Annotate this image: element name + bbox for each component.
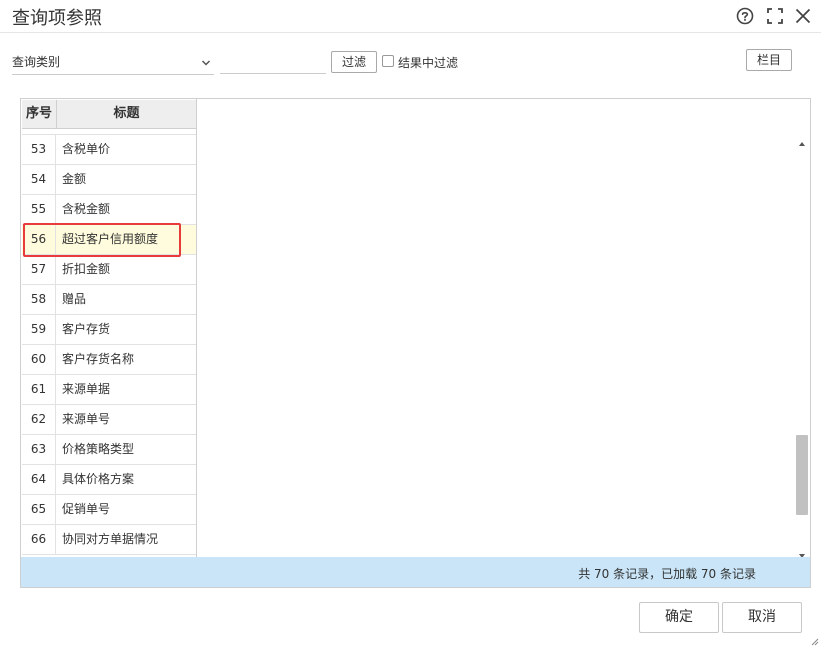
row-seq: 56 bbox=[22, 225, 56, 254]
row-seq: 63 bbox=[22, 435, 56, 464]
dialog-titlebar: 查询项参照 bbox=[0, 0, 821, 33]
row-seq: 66 bbox=[22, 525, 56, 554]
filter-input[interactable] bbox=[220, 48, 326, 74]
row-title: 含税单价 bbox=[62, 142, 111, 156]
row-seq: 58 bbox=[22, 285, 56, 314]
query-category-label: 查询类别 bbox=[12, 55, 61, 69]
table-row[interactable]: 63 价格策略类型 bbox=[22, 435, 196, 465]
row-title: 来源单据 bbox=[62, 382, 111, 396]
row-seq: 59 bbox=[22, 315, 56, 344]
table-row[interactable]: 66 协同对方单据情况 bbox=[22, 525, 196, 555]
close-icon[interactable] bbox=[793, 6, 813, 26]
table-row[interactable]: 62 来源单号 bbox=[22, 405, 196, 435]
row-title: 金额 bbox=[62, 172, 87, 186]
table-row[interactable]: 53 含税单价 bbox=[22, 135, 196, 165]
row-seq: 54 bbox=[22, 165, 56, 194]
row-title: 协同对方单据情况 bbox=[62, 532, 159, 546]
row-title: 客户存货 bbox=[62, 322, 111, 336]
scroll-up-icon[interactable] bbox=[798, 133, 806, 146]
checkbox-box[interactable] bbox=[382, 55, 394, 67]
filter-in-results-label: 结果中过滤 bbox=[398, 56, 459, 70]
table-row[interactable]: 60 客户存货名称 bbox=[22, 345, 196, 375]
table-row[interactable]: 61 来源单据 bbox=[22, 375, 196, 405]
row-title: 赠品 bbox=[62, 292, 87, 306]
query-category-select[interactable]: 查询类别 bbox=[12, 48, 214, 75]
ok-button[interactable]: 确定 bbox=[639, 602, 719, 633]
row-title: 来源单号 bbox=[62, 412, 111, 426]
grid-header: 序号 标题 bbox=[22, 100, 196, 129]
row-title: 折扣金额 bbox=[62, 262, 111, 276]
row-seq: 61 bbox=[22, 375, 56, 404]
header-title[interactable]: 标题 bbox=[57, 100, 196, 128]
scrollbar-thumb[interactable] bbox=[796, 435, 808, 515]
row-seq: 65 bbox=[22, 495, 56, 524]
row-title: 客户存货名称 bbox=[62, 352, 135, 366]
help-icon[interactable] bbox=[735, 6, 755, 26]
row-seq: 53 bbox=[22, 135, 56, 164]
dialog-title: 查询项参照 bbox=[12, 8, 102, 29]
record-count-text: 共 70 条记录，已加载 70 条记录 bbox=[578, 567, 756, 581]
row-seq: 55 bbox=[22, 195, 56, 224]
table-row[interactable]: 59 客户存货 bbox=[22, 315, 196, 345]
table-row[interactable]: 65 促销单号 bbox=[22, 495, 196, 525]
row-title: 促销单号 bbox=[62, 502, 111, 516]
resize-grip-icon[interactable] bbox=[809, 631, 819, 646]
row-seq: 64 bbox=[22, 465, 56, 494]
table-row[interactable]: 55 含税金额 bbox=[22, 195, 196, 225]
filter-toolbar: 查询类别 过滤 结果中过滤 栏目 bbox=[0, 48, 821, 76]
table-row[interactable]: 57 折扣金额 bbox=[22, 255, 196, 285]
table-row[interactable]: 58 赠品 bbox=[22, 285, 196, 315]
columns-button[interactable]: 栏目 bbox=[746, 49, 792, 71]
maximize-icon[interactable] bbox=[765, 6, 785, 26]
vertical-scrollbar[interactable] bbox=[794, 129, 810, 558]
row-seq: 57 bbox=[22, 255, 56, 284]
row-seq: 60 bbox=[22, 345, 56, 374]
column-divider bbox=[196, 99, 197, 557]
chevron-down-icon bbox=[200, 54, 212, 66]
scroll-down-icon[interactable] bbox=[798, 545, 806, 558]
header-seq[interactable]: 序号 bbox=[22, 100, 57, 128]
row-seq: 62 bbox=[22, 405, 56, 434]
table-row[interactable]: 56 超过客户信用额度 bbox=[22, 225, 196, 255]
filter-button[interactable]: 过滤 bbox=[331, 51, 377, 73]
grid-status-bar: 共 70 条记录，已加载 70 条记录 bbox=[21, 557, 810, 587]
cancel-button[interactable]: 取消 bbox=[722, 602, 802, 633]
query-items-grid: 序号 标题 53 含税单价 54 金额 55 含税金额 56 超过客户信用额度 57 折扣金额 58… bbox=[20, 98, 811, 588]
row-title: 含税金额 bbox=[62, 202, 111, 216]
table-row[interactable]: 54 金额 bbox=[22, 165, 196, 195]
row-title: 具体价格方案 bbox=[62, 472, 135, 486]
row-title: 超过客户信用额度 bbox=[62, 232, 159, 246]
row-title: 价格策略类型 bbox=[62, 442, 135, 456]
table-row[interactable]: 64 具体价格方案 bbox=[22, 465, 196, 495]
grid-rows: 53 含税单价 54 金额 55 含税金额 56 超过客户信用额度 57 折扣金额 58 赠品 59 客户… bbox=[22, 135, 196, 555]
